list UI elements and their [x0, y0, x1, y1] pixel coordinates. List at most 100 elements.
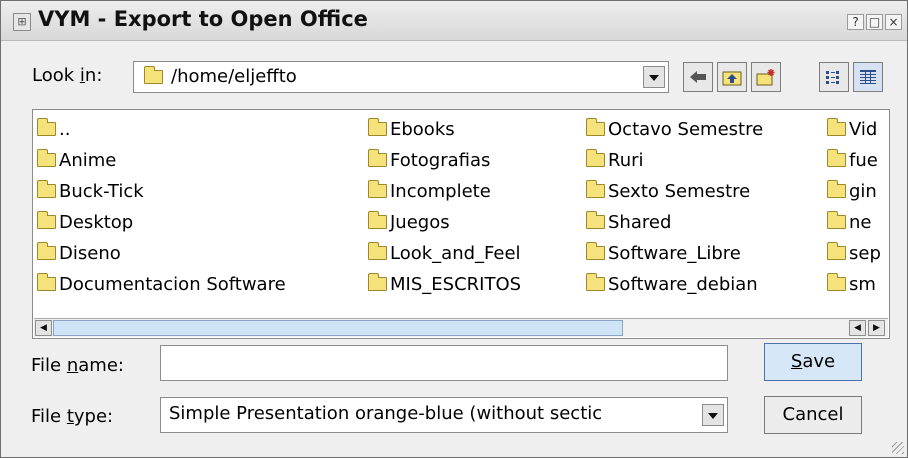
title-bar[interactable]: ⊞ VYM - Export to Open Office ? □ ×	[1, 1, 907, 41]
detail-view-icon	[860, 70, 876, 84]
resize-grip-icon[interactable]	[892, 442, 904, 454]
folder-item-label: Software_Libre	[608, 243, 741, 264]
folder-item[interactable]: sep	[827, 238, 881, 269]
folder-item[interactable]: ..	[37, 114, 286, 145]
folder-icon	[586, 242, 605, 260]
list-view-icon	[826, 71, 839, 84]
file-type-combo[interactable]: Simple Presentation orange-blue (without…	[160, 397, 728, 433]
folder-icon	[586, 211, 605, 229]
folder-item-label: Look_and_Feel	[390, 243, 521, 264]
cancel-button[interactable]: Cancel	[764, 396, 862, 434]
file-list[interactable]: .. Anime Buck-Tick Desktop Diseno Docume…	[32, 109, 890, 339]
folder-item[interactable]: sm	[827, 269, 881, 300]
folder-item[interactable]: Ruri	[586, 145, 763, 176]
detail-view-button[interactable]	[853, 62, 883, 92]
file-name-label-mnemonic: n	[66, 355, 79, 376]
folder-item[interactable]: Incomplete	[368, 176, 521, 207]
file-type-label-mnemonic: t	[66, 406, 74, 427]
folder-item-label: Ebooks	[390, 119, 455, 140]
help-button[interactable]: ?	[847, 14, 864, 30]
folder-item-label: Software_debian	[608, 274, 758, 295]
folder-icon	[827, 118, 846, 136]
left-arrow-icon	[690, 71, 706, 83]
folder-item[interactable]: Fotografias	[368, 145, 521, 176]
scroll-left-button[interactable]: ◀	[35, 320, 52, 336]
parent-folder-button[interactable]	[717, 62, 747, 92]
folder-item-label: Fotografias	[390, 150, 491, 171]
folder-item[interactable]: MIS_ESCRITOS	[368, 269, 521, 300]
file-column-3: Octavo Semestre Ruri Sexto Semestre Shar…	[586, 114, 763, 300]
folder-item[interactable]: Vid	[827, 114, 881, 145]
file-column-4: Vid fue gin ne sep sm	[827, 114, 881, 300]
folder-icon	[586, 273, 605, 291]
folder-icon	[37, 118, 56, 136]
folder-item[interactable]: Diseno	[37, 238, 286, 269]
folder-item-label: Incomplete	[390, 181, 491, 202]
folder-item[interactable]: Software_Libre	[586, 238, 763, 269]
folder-item[interactable]: Juegos	[368, 207, 521, 238]
folder-item-label: Anime	[59, 150, 117, 171]
scrollbar-thumb[interactable]	[53, 320, 623, 336]
close-button[interactable]: ×	[885, 14, 902, 30]
save-button[interactable]: Save	[764, 343, 862, 381]
look-in-path: /home/eljeffto	[171, 66, 297, 87]
folder-item-label: fue	[849, 150, 878, 171]
folder-item-label: Documentacion Software	[59, 274, 286, 295]
folder-item-label: gin	[849, 181, 877, 202]
file-name-input[interactable]	[160, 345, 728, 381]
new-folder-button[interactable]	[751, 62, 781, 92]
folder-item[interactable]: Shared	[586, 207, 763, 238]
folder-item-label: Juegos	[390, 212, 450, 233]
file-type-label-prefix: File	[31, 406, 67, 427]
folder-icon	[586, 149, 605, 167]
folder-icon	[368, 211, 387, 229]
folder-item[interactable]: gin	[827, 176, 881, 207]
folder-item[interactable]: Octavo Semestre	[586, 114, 763, 145]
folder-item[interactable]: Sexto Semestre	[586, 176, 763, 207]
folder-item[interactable]: fue	[827, 145, 881, 176]
folder-item[interactable]: Buck-Tick	[37, 176, 286, 207]
file-name-label-prefix: File	[31, 355, 67, 376]
folder-icon	[37, 180, 56, 198]
file-column-1: .. Anime Buck-Tick Desktop Diseno Docume…	[37, 114, 286, 300]
scroll-left-button-2[interactable]: ◀	[849, 320, 866, 336]
save-button-label: ave	[802, 351, 836, 372]
back-button[interactable]	[683, 62, 713, 92]
folder-icon	[827, 180, 846, 198]
chevron-down-icon[interactable]	[702, 404, 724, 426]
folder-item-label: sep	[849, 243, 881, 264]
folder-icon	[586, 180, 605, 198]
file-name-label: File name:	[31, 355, 124, 376]
folder-item-label: Ruri	[608, 150, 644, 171]
file-column-2: Ebooks Fotografias Incomplete Juegos Loo…	[368, 114, 521, 300]
new-folder-icon	[756, 69, 775, 86]
folder-item[interactable]: ne	[827, 207, 881, 238]
window-menu-icon[interactable]: ⊞	[13, 13, 31, 31]
file-type-label: File type:	[31, 406, 113, 427]
folder-icon	[827, 273, 846, 291]
horizontal-scrollbar[interactable]: ◀ ◀ ▶	[34, 318, 888, 337]
folder-item-label: Desktop	[59, 212, 134, 233]
folder-item-label: ..	[59, 119, 71, 140]
folder-item-label: Sexto Semestre	[608, 181, 751, 202]
look-in-label-suffix: n:	[84, 65, 103, 86]
folder-item[interactable]: Software_debian	[586, 269, 763, 300]
folder-icon	[37, 211, 56, 229]
folder-icon	[586, 118, 605, 136]
maximize-button[interactable]: □	[866, 14, 883, 30]
folder-item-label: Shared	[608, 212, 672, 233]
folder-item[interactable]: Documentacion Software	[37, 269, 286, 300]
window-title: VYM - Export to Open Office	[38, 7, 368, 31]
folder-item[interactable]: Desktop	[37, 207, 286, 238]
folder-icon	[827, 211, 846, 229]
list-view-button[interactable]	[819, 62, 849, 92]
folder-icon	[368, 149, 387, 167]
chevron-down-icon[interactable]	[643, 66, 665, 88]
folder-item[interactable]: Anime	[37, 145, 286, 176]
folder-item-label: MIS_ESCRITOS	[390, 274, 522, 295]
folder-item[interactable]: Ebooks	[368, 114, 521, 145]
look-in-label: Look in:	[32, 65, 102, 86]
folder-item[interactable]: Look_and_Feel	[368, 238, 521, 269]
scroll-right-button[interactable]: ▶	[868, 320, 885, 336]
look-in-combo[interactable]: /home/eljeffto	[133, 61, 669, 93]
